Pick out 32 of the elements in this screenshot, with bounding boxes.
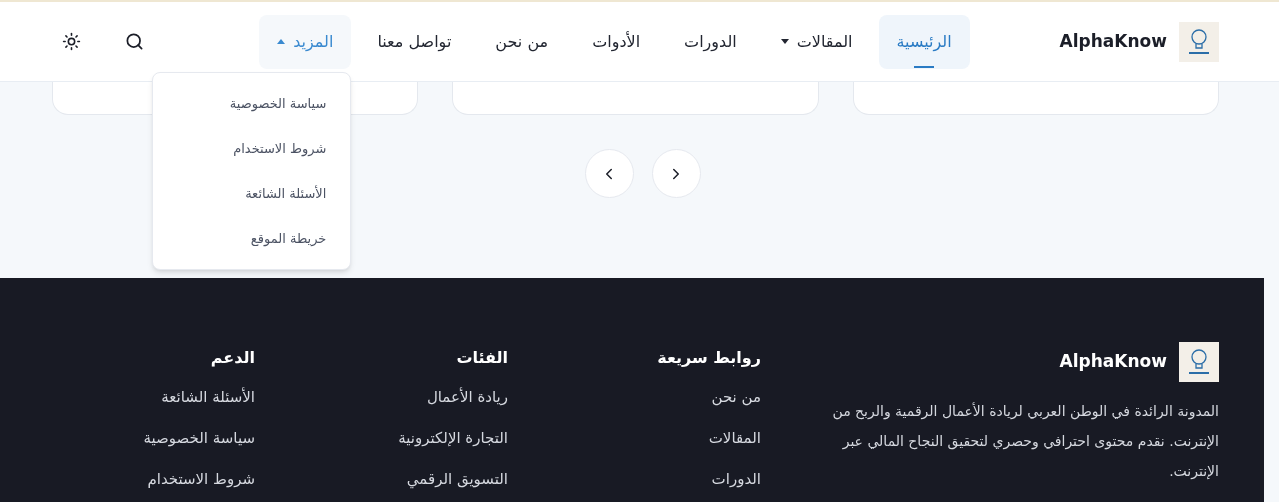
footer-link[interactable]: من نحن [508,385,761,409]
footer-link[interactable]: التسويق الرقمي [255,467,508,491]
nav-tab[interactable]: الدورات [666,14,755,69]
footer-link[interactable]: التجارة الإلكترونية [255,426,508,450]
footer-brand-name: AlphaKnow [1059,350,1167,374]
menu-item[interactable]: الأسئلة الشائعة [153,170,351,216]
footer-link[interactable]: شروط الاستخدام [2,467,255,491]
nav-tab[interactable]: الرئيسية [878,14,970,69]
lightbulb-logo [1179,342,1219,382]
footer-column-title: الفئات [455,347,508,369]
menu-item[interactable]: سياسة الخصوصية [153,80,351,126]
caret-up-icon [277,39,286,44]
brand-name: AlphaKnow [1059,29,1167,53]
footer-link[interactable]: الدورات [508,467,761,491]
menu-item[interactable]: شروط الاستخدام [153,125,351,171]
nav-tab[interactable]: المزيد [259,14,352,69]
footer-link[interactable]: الأسئلة الشائعة [2,385,255,409]
caret-down-icon [780,39,789,44]
footer-link[interactable]: سياسة الخصوصية [2,426,255,450]
search-icon [125,32,144,51]
nav-tab[interactable]: من نحن [477,14,567,69]
lightbulb-logo [1179,21,1219,62]
nav-tab[interactable]: المقالات [762,14,871,69]
footer-link[interactable]: ريادة الأعمال [255,385,508,409]
footer-column-title: روابط سريعة [656,347,761,369]
footer-description: المدونة الرائدة في الوطن العربي لريادة الأعمال الرقمية والربح من الإنترنت. نقدم محتوى احترافي وحصري لتحقيق النجاح المالي عبر الإنترنت. [831,401,1219,482]
menu-item[interactable]: خريطة الموقع [153,215,351,261]
footer-column-title: الدعم [209,347,255,369]
nav-tab[interactable]: الأدوات [574,14,659,69]
footer-link[interactable]: المقالات [508,426,761,450]
nav-tab[interactable]: تواصل معنا [359,14,470,69]
sun-icon [62,32,81,51]
